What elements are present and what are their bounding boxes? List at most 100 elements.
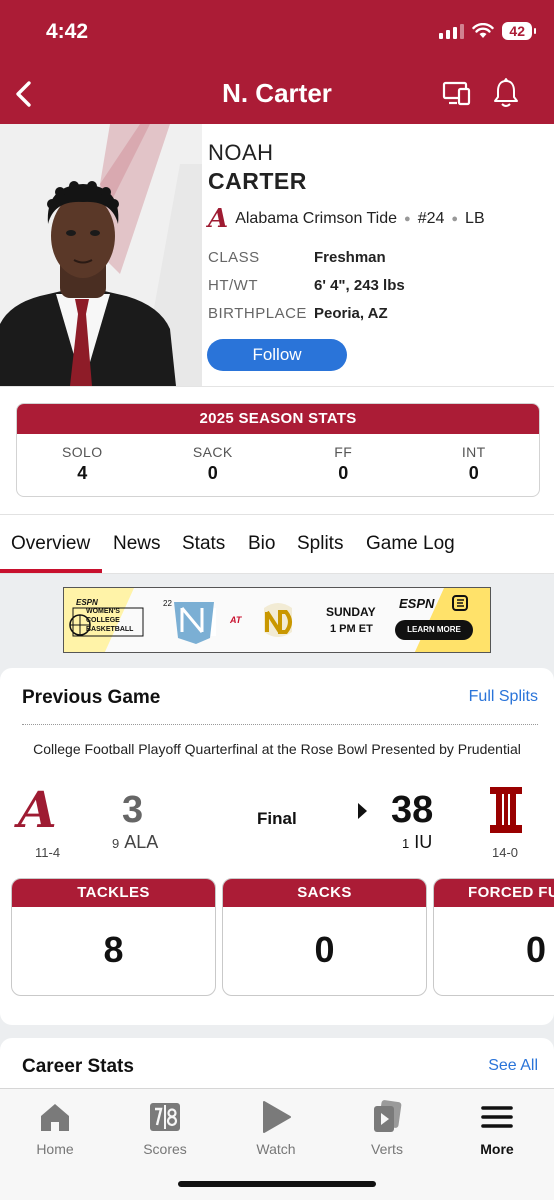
ad-league: WOMEN'S COLLEGE BASKETBALL [86,608,134,633]
away-score: 3 [122,789,144,831]
home-abbr: IU [414,832,433,852]
tab-news[interactable]: News [113,533,161,555]
career-stats-title: Career Stats [22,1056,134,1077]
home-team: 1 IU [402,832,432,853]
separator-dot: ● [451,213,459,225]
season-stats-title: 2025 SEASON STATS [17,404,539,434]
player-profile: NOAH CARTER A Alabama Crimson Tide ● #24… [0,124,554,386]
stat-value: 8 [103,929,124,970]
nav-scores[interactable]: Scores [120,1099,210,1157]
wifi-icon [472,23,495,38]
winner-arrow-icon [358,803,367,819]
info-row-class: CLASS Freshman [208,249,386,266]
cast-button[interactable] [442,80,472,111]
stat-value: 0 [526,929,547,970]
player-first-name: NOAH [208,140,274,165]
team-name[interactable]: Alabama Crimson Tide [235,210,397,228]
away-rank: 9 [112,836,120,851]
signal-icon [439,23,465,39]
nav-watch[interactable]: Watch [231,1099,321,1157]
home-indicator [178,1181,376,1187]
info-row-htwt: HT/WT 6' 4", 243 lbs [208,277,405,294]
ad-day: SUNDAY [326,605,376,619]
tab-bio[interactable]: Bio [248,533,275,555]
season-stat-solo: SOLO 4 [17,434,148,484]
cast-device-icon [442,81,471,106]
active-tab-indicator [0,569,102,573]
stat-value: 0 [314,929,335,970]
ad-time: 1 PM ET [330,623,373,635]
away-team: 9 ALA [112,832,158,853]
menu-icon [481,1106,513,1128]
nav-label: Verts [371,1141,403,1157]
event-name: College Football Playoff Quarterfinal at… [33,741,521,757]
alabama-logo-icon[interactable]: A [18,780,57,839]
status-time: 4:42 [46,20,89,43]
tab-stats[interactable]: Stats [182,533,225,555]
nav-label: Home [36,1141,74,1157]
stat-value: 4 [77,463,88,483]
info-row-birthplace: BIRTHPLACE Peoria, AZ [208,305,388,322]
tab-bar: Overview News Stats Bio Splits Game Log [0,514,554,574]
indiana-logo-icon[interactable] [486,785,526,835]
nav-more[interactable]: More [452,1099,542,1157]
home-rank: 1 [402,836,410,851]
stat-value: 0 [468,463,479,483]
tab-overview[interactable]: Overview [11,533,90,555]
nav-home[interactable]: Home [10,1099,100,1157]
alabama-logo-icon: A [208,204,229,234]
stat-value: 0 [338,463,349,483]
full-splits-link[interactable]: Full Splits [469,688,538,706]
status-icons: 42 [439,22,536,40]
nav-label: Scores [143,1141,187,1157]
nav-verts[interactable]: Verts [342,1099,432,1157]
game-stat-tackles[interactable]: TACKLES 8 [11,878,216,996]
season-stats-section: 2025 SEASON STATS SOLO 4 SACK 0 FF 0 INT… [0,386,554,514]
season-stats-card[interactable]: 2025 SEASON STATS SOLO 4 SACK 0 FF 0 INT… [16,403,540,497]
follow-button[interactable]: Follow [207,339,347,371]
app-header: 4:42 42 N. Carter [0,0,554,124]
player-headshot-image [0,124,202,386]
away-record: 11-4 [35,845,61,860]
away-abbr: ALA [124,832,159,852]
battery-indicator: 42 [502,22,536,40]
ad-espn-logo: ESPN [399,596,435,611]
season-stat-int: INT 0 [409,434,540,484]
verts-icon [374,1100,402,1132]
advertisement-banner[interactable]: ESPN WOMEN'S COLLEGE BASKETBALL 22 AT SU… [63,587,491,653]
stat-label: FF [334,444,353,460]
info-value: 6' 4", 243 lbs [314,277,405,294]
game-stat-forced-fumbles[interactable]: FORCED FU 0 [433,878,554,996]
play-icon [263,1101,291,1133]
info-label: HT/WT [208,277,258,294]
info-value: Freshman [314,249,386,266]
nav-label: More [480,1141,514,1157]
stat-label: SACK [192,444,233,460]
stat-label: SACKS [223,879,426,907]
separator-dot: ● [404,213,411,225]
nav-label: Watch [256,1141,296,1157]
previous-game-title: Previous Game [22,687,161,708]
player-photo [0,124,202,386]
home-record: 14-0 [492,845,519,860]
ad-espn-small: ESPN [76,598,98,607]
stat-label: TACKLES [12,879,215,907]
stat-value: 0 [207,463,218,483]
season-stat-sack: SACK 0 [148,434,279,484]
divider [22,724,538,725]
notifications-button[interactable] [492,77,520,113]
tab-game-log[interactable]: Game Log [366,533,455,555]
info-label: BIRTHPLACE [208,305,307,322]
info-label: CLASS [208,249,260,266]
ad-rank: 22 [163,599,172,608]
ad-at: AT [230,615,242,625]
tab-splits[interactable]: Splits [297,533,343,555]
home-icon [41,1104,69,1131]
bell-icon [494,77,518,107]
stat-label: SOLO [61,444,103,460]
see-all-link[interactable]: See All [488,1057,538,1075]
player-team-line: A Alabama Crimson Tide ● #24 ● LB [208,206,485,232]
stat-label: FORCED FU [434,879,554,907]
game-stat-sacks[interactable]: SACKS 0 [222,878,427,996]
ad-learn-more: LEARN MORE [407,625,461,634]
